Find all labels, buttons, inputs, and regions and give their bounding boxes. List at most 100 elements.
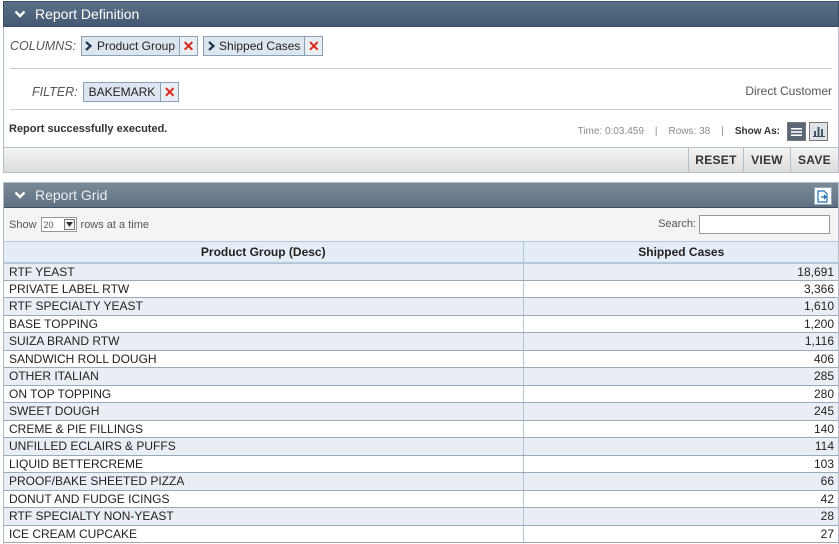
columns-row: COLUMNS: Product Group ✕ Shipped Cases ✕	[10, 35, 324, 57]
table-row[interactable]: ON TOP TOPPING 280	[4, 385, 838, 403]
filter-row: FILTER: BAKEMARK ✕	[32, 81, 180, 103]
panel-title: Report Grid	[35, 187, 108, 203]
table-row[interactable]: RTF YEAST 18,691	[4, 262, 838, 281]
cell-product-group: PRIVATE LABEL RTW	[4, 280, 524, 298]
column-chip-product-group[interactable]: Product Group ✕	[80, 36, 199, 56]
table-row[interactable]: UNFILLED ECLAIRS & PUFFS 114	[4, 437, 838, 456]
cell-shipped-cases: 27	[523, 525, 838, 543]
cell-product-group: BASE TOPPING	[4, 315, 524, 333]
list-view-icon[interactable]	[787, 122, 806, 141]
chevron-down-icon[interactable]	[14, 8, 26, 20]
search-label: Search:	[658, 218, 696, 230]
view-button[interactable]: VIEW	[743, 148, 790, 172]
cell-shipped-cases: 66	[523, 472, 838, 491]
row-count: Rows: 38	[668, 126, 711, 137]
remove-icon[interactable]: ✕	[304, 37, 323, 55]
table-row[interactable]: BASE TOPPING 1,200	[4, 315, 838, 333]
table-row[interactable]: OTHER ITALIAN 285	[4, 367, 838, 386]
cell-product-group: RTF SPECIALTY NON-YEAST	[4, 507, 524, 526]
column-chip-shipped-cases[interactable]: Shipped Cases ✕	[203, 36, 324, 56]
table-row[interactable]: SANDWICH ROLL DOUGH 406	[4, 350, 838, 368]
cell-shipped-cases: 1,610	[523, 297, 838, 316]
columns-label: COLUMNS:	[10, 39, 76, 53]
reset-button[interactable]: RESET	[688, 148, 743, 172]
cell-shipped-cases: 140	[523, 420, 838, 438]
remove-icon[interactable]: ✕	[179, 37, 198, 55]
cell-shipped-cases: 103	[523, 455, 838, 473]
cell-product-group: DONUT AND FUDGE ICINGS	[4, 490, 524, 508]
cell-shipped-cases: 285	[523, 367, 838, 386]
cell-product-group: RTF YEAST	[4, 262, 524, 281]
chevron-right-icon[interactable]	[204, 37, 218, 55]
table-row[interactable]: PROOF/BAKE SHEETED PIZZA 66	[4, 472, 838, 491]
cell-shipped-cases: 114	[523, 437, 838, 456]
chart-view-icon[interactable]	[809, 122, 828, 141]
report-grid-header[interactable]: Report Grid	[4, 183, 838, 208]
table-row[interactable]: SWEET DOUGH 245	[4, 402, 838, 421]
column-header-product-group[interactable]: Product Group (Desc)	[4, 241, 524, 264]
filter-label: FILTER:	[32, 85, 78, 99]
cell-product-group: RTF SPECIALTY YEAST	[4, 297, 524, 316]
column-chip-label: Product Group	[96, 39, 176, 53]
execution-time: Time: 0:03.459	[577, 126, 644, 137]
page-size-control: Show 20 rows at a time	[9, 217, 149, 232]
filter-chip-bakemark[interactable]: BAKEMARK ✕	[82, 82, 180, 102]
table-row[interactable]: PRIVATE LABEL RTW 3,366	[4, 280, 838, 298]
panel-title: Report Definition	[35, 6, 140, 22]
filter-field-hint[interactable]: Direct Customer	[745, 84, 832, 98]
cell-product-group: PROOF/BAKE SHEETED PIZZA	[4, 472, 524, 491]
column-chip-label: Shipped Cases	[219, 39, 301, 53]
table-body: RTF YEAST 18,691 PRIVATE LABEL RTW 3,366 RTF…	[4, 262, 838, 543]
table-row[interactable]: CREME & PIE FILLINGS 140	[4, 420, 838, 438]
cell-product-group: SANDWICH ROLL DOUGH	[4, 350, 524, 368]
divider	[10, 68, 832, 69]
table-row[interactable]: RTF SPECIALTY NON-YEAST 28	[4, 507, 838, 526]
table-row[interactable]: RTF SPECIALTY YEAST 1,610	[4, 297, 838, 316]
table-header-row: Product Group (Desc) Shipped Cases	[4, 241, 838, 264]
cell-shipped-cases: 1,116	[523, 332, 838, 351]
page-size-select[interactable]: 20	[40, 217, 77, 232]
show-as-label: Show As:	[734, 126, 780, 137]
cell-shipped-cases: 18,691	[523, 262, 838, 281]
table-row[interactable]: SUIZA BRAND RTW 1,116	[4, 332, 838, 351]
action-bar: RESET VIEW SAVE	[4, 147, 838, 172]
report-definition-header[interactable]: Report Definition	[3, 1, 839, 27]
remove-icon[interactable]: ✕	[160, 83, 179, 101]
cell-product-group: SUIZA BRAND RTW	[4, 332, 524, 351]
cell-shipped-cases: 245	[523, 402, 838, 421]
cell-product-group: UNFILLED ECLAIRS & PUFFS	[4, 437, 524, 456]
cell-product-group: LIQUID BETTERCREME	[4, 455, 524, 473]
rows-at-a-time-label: rows at a time	[80, 218, 149, 231]
search-input[interactable]	[699, 215, 830, 234]
grid-toolbar: Show 20 rows at a time Search:	[4, 208, 838, 241]
cell-product-group: ON TOP TOPPING	[4, 385, 524, 403]
cell-product-group: CREME & PIE FILLINGS	[4, 420, 524, 438]
column-header-shipped-cases[interactable]: Shipped Cases	[523, 241, 838, 264]
save-button[interactable]: SAVE	[790, 148, 838, 172]
cell-shipped-cases: 28	[523, 507, 838, 526]
cell-shipped-cases: 3,366	[523, 280, 838, 298]
cell-product-group: SWEET DOUGH	[4, 402, 524, 421]
report-table: Product Group (Desc) Shipped Cases RTF Y…	[4, 241, 838, 543]
table-row[interactable]: DONUT AND FUDGE ICINGS 42	[4, 490, 838, 508]
export-icon[interactable]	[814, 187, 832, 205]
table-row[interactable]: ICE CREAM CUPCAKE 27	[4, 525, 838, 543]
show-label: Show	[9, 218, 37, 231]
chevron-down-icon[interactable]	[14, 189, 26, 201]
report-grid-panel: Report Grid Show 20 rows at a time Searc…	[3, 182, 839, 544]
cell-product-group: OTHER ITALIAN	[4, 367, 524, 386]
dropdown-arrow-icon[interactable]	[63, 219, 75, 230]
cell-shipped-cases: 280	[523, 385, 838, 403]
filter-chip-label: BAKEMARK	[88, 85, 156, 99]
report-definition-panel: Report Definition COLUMNS: Product Group…	[3, 1, 839, 173]
divider	[10, 109, 832, 110]
status-message: Report successfully executed.	[9, 123, 168, 135]
table-row[interactable]: LIQUID BETTERCREME 103	[4, 455, 838, 473]
cell-shipped-cases: 42	[523, 490, 838, 508]
cell-product-group: ICE CREAM CUPCAKE	[4, 525, 524, 543]
cell-shipped-cases: 406	[523, 350, 838, 368]
page-size-value: 20	[43, 219, 54, 230]
cell-shipped-cases: 1,200	[523, 315, 838, 333]
chevron-right-icon[interactable]	[82, 37, 96, 55]
execution-stats: Time: 0:03.459 | Rows: 38 | Show As:	[578, 122, 828, 141]
